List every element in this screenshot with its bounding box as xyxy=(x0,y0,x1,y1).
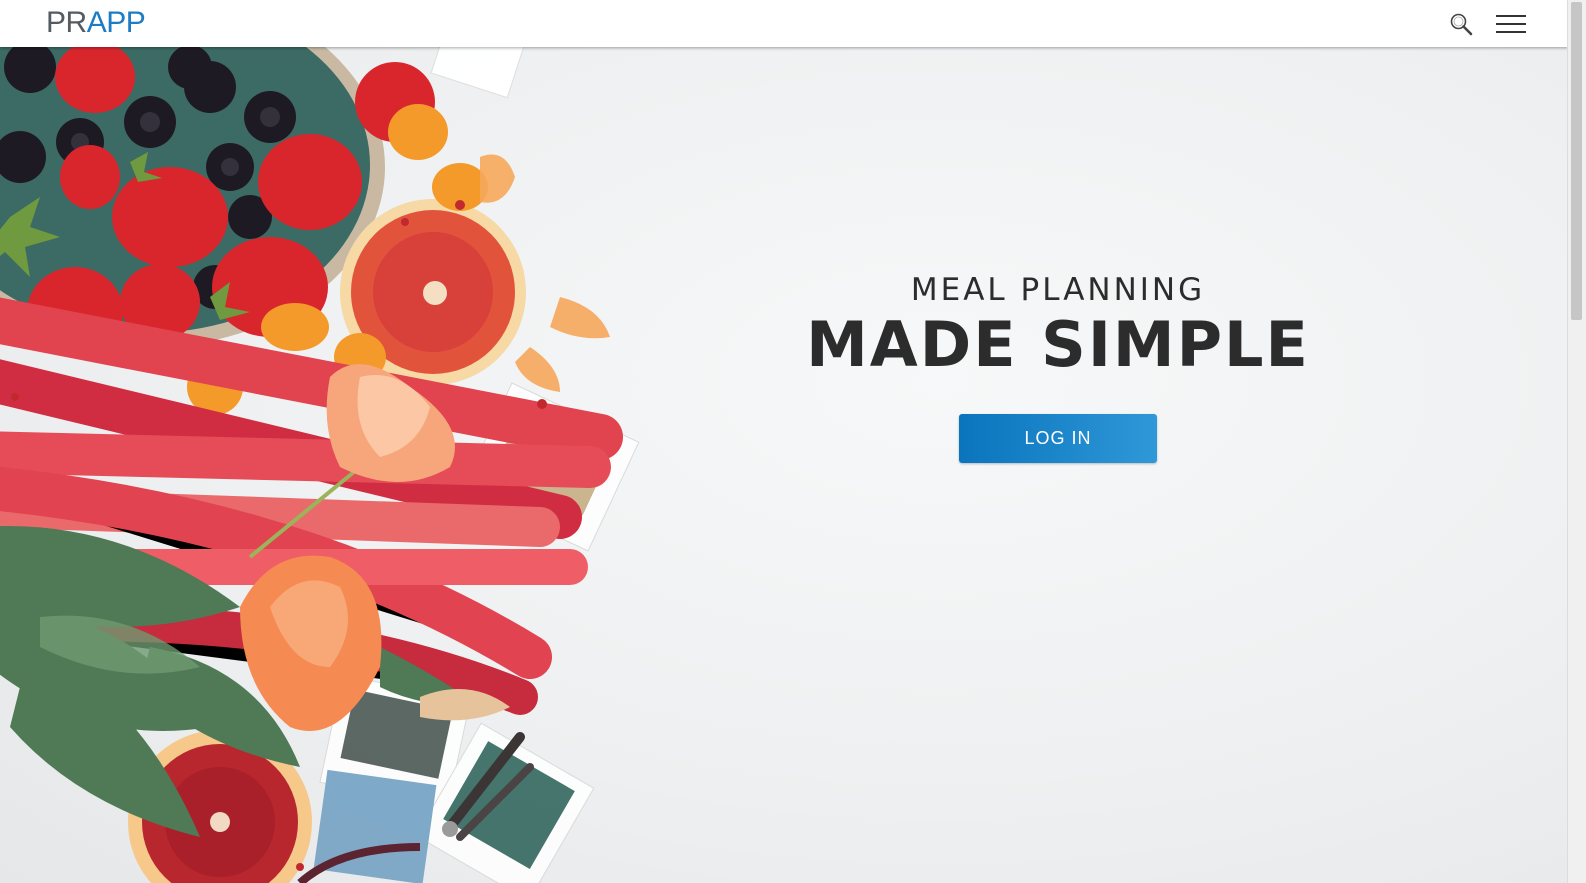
login-button[interactable]: LOG IN xyxy=(959,414,1157,463)
logo-text-app: APP xyxy=(86,6,146,39)
search-icon xyxy=(1450,13,1473,35)
hero-section: MEAL PLANNING MADE SIMPLE LOG IN xyxy=(0,47,1568,883)
hamburger-menu-icon xyxy=(1496,9,1526,39)
vertical-scrollbar[interactable] xyxy=(1567,0,1586,883)
menu-button[interactable] xyxy=(1492,0,1530,47)
hero-text-block: MEAL PLANNING MADE SIMPLE LOG IN xyxy=(760,272,1356,463)
logo-text-pr: PR xyxy=(46,6,87,39)
hero-food-image xyxy=(0,47,640,883)
scrollbar-thumb[interactable] xyxy=(1571,2,1582,320)
logo[interactable]: PRAPP xyxy=(46,6,146,40)
hero-headline: MADE SIMPLE xyxy=(806,308,1310,381)
hero-kicker: MEAL PLANNING xyxy=(910,272,1206,308)
top-navigation-bar: PRAPP xyxy=(0,0,1568,47)
page: PRAPP MEAL PLANNING MADE SIMPLE LOG IN xyxy=(0,0,1586,883)
search-button[interactable] xyxy=(1444,0,1478,47)
